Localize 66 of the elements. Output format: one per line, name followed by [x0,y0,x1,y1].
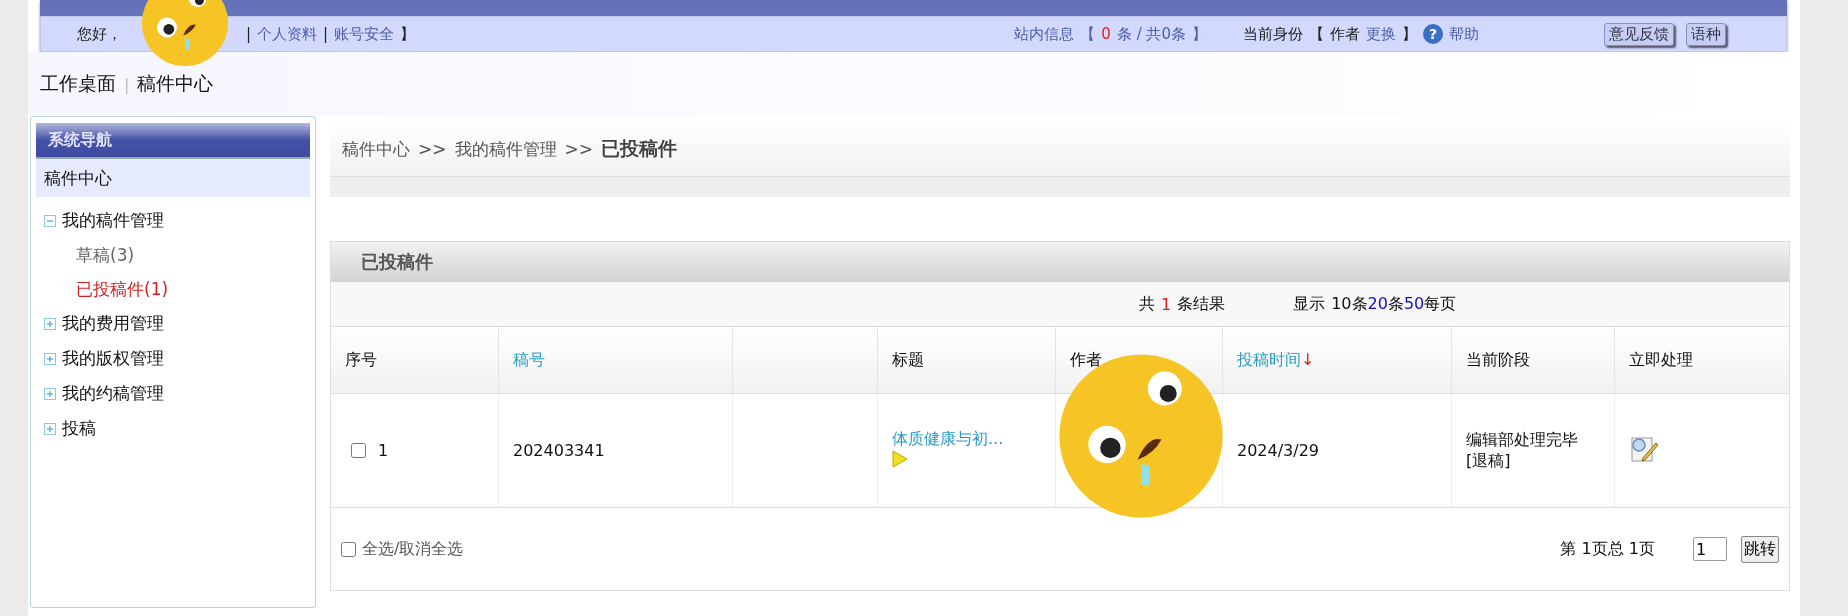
separator-text: | [323,25,329,43]
breadcrumb-link[interactable]: 稿件中心 [137,71,214,97]
unread-count: 0 [1101,25,1111,43]
page-input[interactable]: 1 [1693,537,1727,561]
jump-button[interactable]: 跳转 [1741,535,1779,563]
separator-text: | [124,74,130,94]
header-button[interactable]: 语种 [1686,22,1726,46]
help-link[interactable]: 帮助 [1449,24,1479,44]
sidebar-item[interactable]: 我的稿件管理 [62,209,164,232]
sidebar-section[interactable]: 稿件中心 [36,159,310,197]
sort-indicator: ↓ [1301,349,1315,369]
sidebar-item[interactable]: 我的版权管理 [62,347,164,370]
result-count: 1 [1161,294,1172,314]
column-header: 当前阶段 [1466,349,1530,369]
breadcrumb-current: 已投稿件 [601,136,677,161]
switch-link[interactable]: 更换 [1366,24,1396,44]
page-size-option[interactable]: 50 [1403,293,1425,315]
table-cell: 1 [378,441,389,460]
sidebar-subitem[interactable]: 草稿(3) [36,238,310,272]
pointer-arrow-icon [892,450,908,468]
select-all-label: 全选/取消全选 [362,538,464,560]
bracket-text: 】 [1402,24,1417,44]
role-text: 作者 [1330,24,1360,44]
page-size-option: 10 [1331,293,1352,315]
breadcrumb-link[interactable]: 工作桌面 [40,71,116,97]
bracket-text: 【 [1080,24,1096,44]
page-size-unit: 条 [1351,293,1368,315]
column-header: 立即处理 [1629,349,1693,369]
page-size-unit: 条 [1387,293,1404,315]
result-text: 共 [1139,293,1155,315]
row-checkbox[interactable] [351,443,366,458]
identity-label: 当前身份 [1243,24,1303,44]
result-text: 条结果 [1177,293,1226,315]
bracket-text: 【 [1309,24,1324,44]
column-header: 作者 [1070,349,1102,369]
sidebar-item[interactable]: 我的约稿管理 [62,382,164,405]
panel-title: 已投稿件 [331,242,1789,282]
bracket-text: 】 [400,24,416,44]
sidebar-title: 系统导航 [36,123,310,159]
account-link[interactable]: 个人资料 [257,24,318,44]
sidebar-item[interactable]: 投稿 [62,417,96,440]
page-size-unit: 每页 [1424,293,1457,315]
sidebar-subitem[interactable]: 已投稿件(1) [36,272,310,306]
table-cell: 202403341 [513,441,605,460]
help-icon: ? [1423,24,1443,44]
breadcrumb-link[interactable]: 稿件中心 [342,137,410,161]
column-header: 序号 [345,349,377,369]
breadcrumb-separator: >> [564,139,593,159]
greeting-text: 您好， [77,24,122,44]
stage-text: 编辑部处理完毕 [1466,429,1579,451]
sidebar-item[interactable]: 我的费用管理 [62,312,164,335]
table-cell: 2024/3/29 [1237,441,1320,460]
column-header: 标题 [892,349,924,369]
breadcrumb-link[interactable]: 我的稿件管理 [454,137,557,161]
bracket-text: 】 [1192,24,1207,44]
account-link[interactable]: 账号安全 [334,24,395,44]
header-button[interactable]: 意见反馈 [1604,22,1674,46]
page-size-label: 显示 [1293,293,1326,315]
messages-label: 站内信息 [1014,24,1075,44]
page-info: 第 1页总 1页 [1560,538,1655,560]
stage-text: [退稿] [1466,450,1512,472]
separator-text: | [246,25,252,43]
select-all-checkbox[interactable] [341,541,356,557]
breadcrumb-separator: >> [418,139,447,159]
message-count: 条 / 共0条 [1116,24,1186,44]
page-size-option[interactable]: 20 [1367,293,1388,315]
